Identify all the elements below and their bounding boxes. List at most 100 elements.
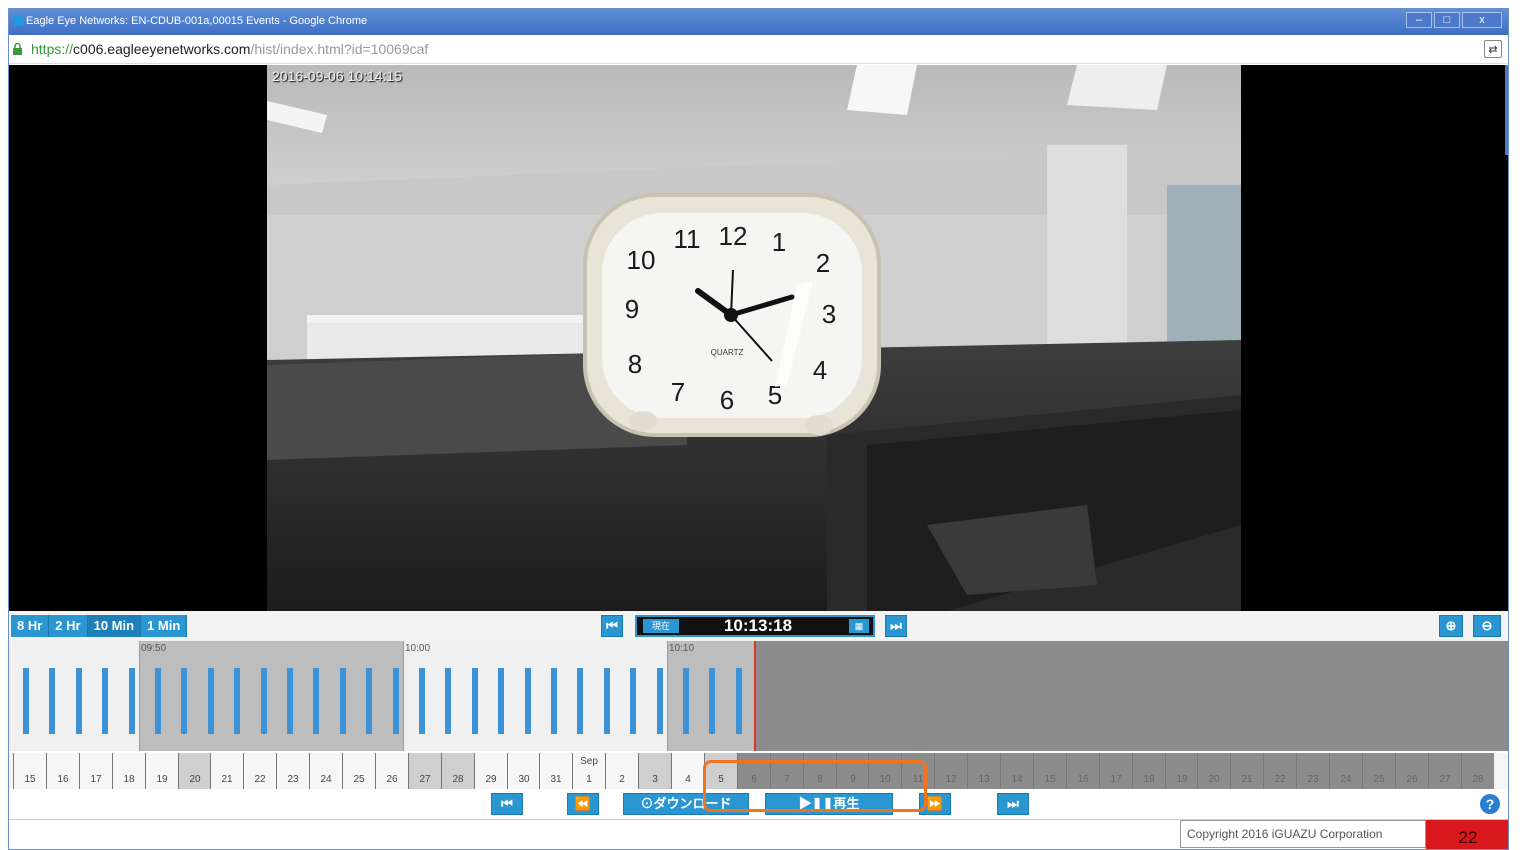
zoom-8hr-button[interactable]: 8 Hr [11,615,50,637]
day-tick[interactable]: 21 [1230,753,1263,789]
day-tick[interactable]: 4 [671,753,704,789]
day-tick[interactable]: 26 [375,753,408,789]
day-tick[interactable]: 23 [1296,753,1329,789]
day-tick[interactable]: 16 [46,753,79,789]
clock-numeral-4: 4 [813,355,827,385]
day-tick[interactable]: 15 [1033,753,1066,789]
video-timestamp: 2016-09-06 10:14:15 [272,68,402,84]
day-tick[interactable]: 25 [1362,753,1395,789]
recording-bar [551,668,557,734]
day-tick[interactable]: 12 [934,753,967,789]
recording-bar [208,668,214,734]
day-tick[interactable]: 18 [1132,753,1165,789]
highlight-annotation [703,760,927,812]
day-label: 28 [452,774,464,785]
day-tick[interactable]: 20 [1197,753,1230,789]
day-tick[interactable]: 22 [1263,753,1296,789]
day-tick[interactable]: 21 [210,753,243,789]
zoom-out-icon[interactable]: ⊖ [1473,615,1501,637]
address-bar[interactable]: https://c006.eagleeyenetworks.com/hist/i… [9,35,1508,64]
day-label: 14 [1011,774,1023,785]
recording-bar [657,668,663,734]
clock: 12 1 2 3 4 5 6 7 8 9 10 11 QUARTZ [583,193,881,437]
day-label: 16 [57,774,69,785]
calendar-icon[interactable]: ▦ [849,619,869,633]
first-button[interactable]: ⏮ [491,793,523,815]
playhead-marker[interactable] [754,641,756,751]
recording-bar [419,668,425,734]
translate-icon[interactable]: ⇄ [1484,40,1502,58]
eagle-eye-favicon-icon [13,16,23,26]
day-tick[interactable]: 26 [1395,753,1428,789]
day-tick[interactable]: 27 [408,753,441,789]
recording-bar [736,668,742,734]
recording-bar [261,668,267,734]
scrollbar[interactable] [1505,65,1508,155]
url-scheme: https:// [31,41,74,57]
page-number: 22 [1426,820,1508,849]
day-tick[interactable]: 15 [13,753,46,789]
rewind-button[interactable]: ⏪ [567,793,599,815]
day-tick[interactable]: 19 [145,753,178,789]
camera-video-frame[interactable]: 12 1 2 3 4 5 6 7 8 9 10 11 QUARTZ [267,65,1241,611]
day-label: 30 [518,774,530,785]
day-label: 24 [1340,774,1352,785]
minimize-button[interactable]: – [1406,12,1432,28]
day-tick[interactable]: 24 [1329,753,1362,789]
maximize-button[interactable]: □ [1434,12,1460,28]
day-tick[interactable]: 17 [1099,753,1132,789]
timeline-controls: 8 Hr 2 Hr 10 Min 1 Min ⏮ 現在 10:13:18 ▦ ⏭… [9,611,1508,641]
clock-brand: QUARTZ [711,348,744,357]
month-label: Sep [580,756,598,767]
day-tick[interactable]: 22 [243,753,276,789]
skip-end-icon[interactable]: ⏭ [885,615,907,637]
zoom-10min-button[interactable]: 10 Min [87,615,142,637]
day-tick[interactable]: 17 [79,753,112,789]
zoom-1min-button[interactable]: 1 Min [141,615,188,637]
day-label: 29 [485,774,497,785]
zoom-2hr-button[interactable]: 2 Hr [49,615,88,637]
now-badge[interactable]: 現在 [643,619,679,633]
day-tick[interactable]: 27 [1428,753,1461,789]
day-tick[interactable]: 16 [1066,753,1099,789]
day-tick[interactable]: 20 [178,753,211,789]
zoom-in-icon[interactable]: ⊕ [1439,615,1463,637]
clock-numeral-10: 10 [627,245,656,275]
timeline-track[interactable]: 09:50 10:00 10:10 [9,641,1508,751]
day-tick[interactable]: 30 [507,753,540,789]
day-tick[interactable]: 25 [342,753,375,789]
day-tick[interactable]: Sep 1 [572,753,605,789]
skip-start-icon[interactable]: ⏮ [601,615,623,637]
day-tick[interactable]: 23 [276,753,309,789]
day-label: 1 [586,774,592,785]
day-tick[interactable]: 31 [539,753,572,789]
day-tick[interactable]: 2 [605,753,638,789]
day-tick[interactable]: 19 [1165,753,1198,789]
day-label: 26 [386,774,398,785]
day-tick[interactable]: 14 [1000,753,1033,789]
day-label: 19 [156,774,168,785]
recording-bar [525,668,531,734]
clock-numeral-11: 11 [674,224,701,254]
recording-bar [445,668,451,734]
help-icon[interactable]: ? [1480,794,1500,814]
day-tick[interactable]: 29 [474,753,507,789]
recording-bar [23,668,29,734]
day-tick[interactable]: 13 [967,753,1000,789]
day-tick[interactable]: 28 [1461,753,1494,789]
url-text[interactable]: https://c006.eagleeyenetworks.com/hist/i… [31,41,428,57]
day-tick[interactable]: 3 [638,753,671,789]
day-tick[interactable]: 28 [441,753,474,789]
day-label: 20 [189,774,201,785]
video-viewer: 12 1 2 3 4 5 6 7 8 9 10 11 QUARTZ 2016-0… [9,65,1508,611]
day-label: 13 [978,774,990,785]
day-tick[interactable]: 18 [112,753,145,789]
last-button[interactable]: ⏭ [997,793,1029,815]
recording-bar [155,668,161,734]
day-tick[interactable]: 24 [309,753,342,789]
day-label: 23 [1307,774,1319,785]
recording-bar [181,668,187,734]
day-label: 2 [619,774,625,785]
day-label: 28 [1472,774,1484,785]
close-button[interactable]: x [1462,12,1502,28]
